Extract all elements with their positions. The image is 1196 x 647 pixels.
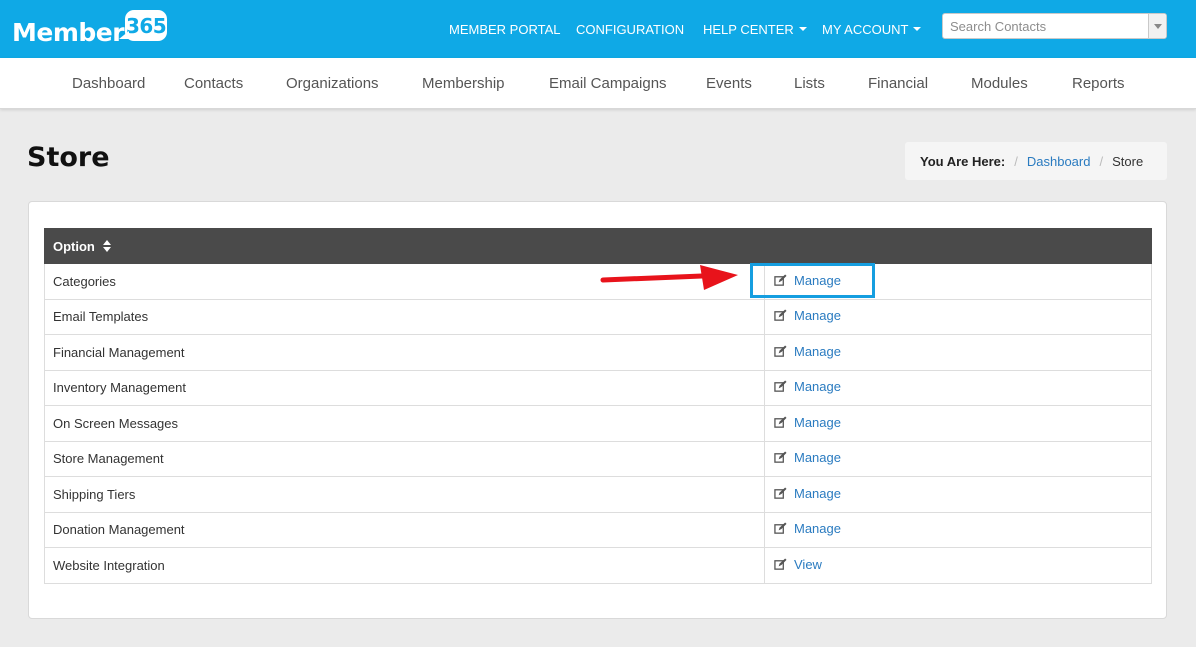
- action-cell: Manage: [764, 369, 1152, 406]
- action-label: View: [794, 556, 822, 572]
- nav-modules[interactable]: Modules: [971, 58, 1028, 109]
- action-label: Manage: [794, 379, 841, 395]
- nav-reports[interactable]: Reports: [1072, 58, 1125, 109]
- option-cell: On Screen Messages: [44, 405, 765, 442]
- topnav-help-center-label: HELP CENTER: [703, 21, 794, 37]
- table-row: Categories Manage: [44, 263, 1152, 300]
- nav-financial[interactable]: Financial: [868, 58, 928, 109]
- arrow-shaft: [600, 273, 705, 283]
- breadcrumb: You Are Here: / Dashboard / Store: [905, 142, 1167, 180]
- view-link[interactable]: View: [774, 557, 822, 572]
- store-options-panel: Option Categories Manage Email Templates Ma…: [28, 201, 1167, 619]
- edit-icon: [774, 487, 787, 499]
- topnav-configuration[interactable]: CONFIGURATION: [576, 0, 684, 58]
- option-cell: Donation Management: [44, 511, 765, 548]
- action-label: Manage: [794, 414, 841, 430]
- option-cell: Store Management: [44, 440, 765, 477]
- option-cell: Shipping Tiers: [44, 476, 765, 513]
- chevron-down-icon: [798, 27, 807, 31]
- option-cell: Financial Management: [44, 334, 765, 371]
- action-label: Manage: [794, 308, 841, 324]
- breadcrumb-link-dashboard[interactable]: Dashboard: [1027, 154, 1091, 169]
- topnav-member-portal-label: MEMBER PORTAL: [449, 21, 561, 37]
- member365-logo[interactable]: Member 365: [12, 8, 168, 47]
- action-label: Manage: [794, 485, 841, 501]
- edit-icon: [774, 416, 787, 428]
- table-header-row: Option: [44, 228, 1152, 264]
- breadcrumb-separator: /: [1099, 153, 1104, 169]
- highlight-box-annotation: [750, 263, 875, 298]
- edit-icon: [774, 522, 787, 535]
- logo-badge-text: 365: [125, 13, 167, 38]
- table-row: Website Integration View: [44, 547, 1152, 584]
- main-nav: Dashboard Contacts Organizations Members…: [0, 58, 1196, 109]
- topnav-my-account-label: MY ACCOUNT: [822, 21, 909, 37]
- option-cell: Website Integration: [44, 547, 765, 584]
- sort-icon[interactable]: [102, 239, 111, 252]
- manage-link[interactable]: Manage: [774, 521, 841, 536]
- manage-link[interactable]: Manage: [774, 450, 841, 465]
- edit-icon: [774, 345, 787, 357]
- red-arrow-annotation: [600, 265, 738, 290]
- manage-link[interactable]: Manage: [774, 486, 841, 501]
- column-header-option-label: Option: [53, 238, 95, 254]
- action-label: Manage: [794, 450, 841, 466]
- nav-events[interactable]: Events: [706, 58, 752, 109]
- nav-organizations[interactable]: Organizations: [286, 58, 379, 109]
- column-header-action: [764, 228, 1152, 264]
- action-cell: Manage: [764, 440, 1152, 477]
- table-row: Store Management Manage: [44, 440, 1152, 477]
- option-cell: Inventory Management: [44, 369, 765, 406]
- action-cell: Manage: [764, 511, 1152, 548]
- table-row: On Screen Messages Manage: [44, 405, 1152, 442]
- option-cell: Email Templates: [44, 298, 765, 335]
- breadcrumb-label: You Are Here:: [920, 153, 1006, 169]
- store-options-table: Option Categories Manage Email Templates Ma…: [44, 228, 1152, 584]
- action-label: Manage: [794, 343, 841, 359]
- edit-icon: [774, 309, 787, 322]
- action-cell: View: [764, 547, 1152, 584]
- table-row: Financial Management Manage: [44, 334, 1152, 371]
- logo-badge: 365: [119, 10, 168, 41]
- nav-email-campaigns[interactable]: Email Campaigns: [549, 58, 667, 109]
- manage-link[interactable]: Manage: [774, 379, 841, 394]
- topnav-help-center[interactable]: HELP CENTER: [703, 0, 807, 58]
- manage-link[interactable]: Manage: [774, 344, 841, 359]
- edit-icon: [774, 451, 787, 464]
- table-row: Shipping Tiers Manage: [44, 476, 1152, 513]
- top-bar: Member 365 MEMBER PORTAL CONFIGURATION H…: [0, 0, 1196, 58]
- manage-link[interactable]: Manage: [774, 308, 841, 323]
- search-contacts: [942, 13, 1167, 39]
- manage-link[interactable]: Manage: [774, 415, 841, 430]
- arrow-head: [700, 265, 738, 290]
- nav-dashboard[interactable]: Dashboard: [72, 58, 145, 109]
- page-title: Store: [27, 142, 110, 173]
- action-cell: Manage: [764, 298, 1152, 335]
- nav-lists[interactable]: Lists: [794, 58, 825, 109]
- chevron-down-icon: [913, 27, 922, 31]
- breadcrumb-separator: /: [1014, 153, 1018, 169]
- edit-icon: [774, 380, 787, 393]
- action-cell: Manage: [764, 476, 1152, 513]
- breadcrumb-current: Store: [1112, 153, 1144, 169]
- nav-contacts[interactable]: Contacts: [184, 58, 243, 109]
- topnav-configuration-label: CONFIGURATION: [576, 21, 685, 37]
- edit-icon: [774, 558, 787, 570]
- table-row: Inventory Management Manage: [44, 369, 1152, 406]
- table-row: Donation Management Manage: [44, 511, 1152, 548]
- search-dropdown-icon[interactable]: [1148, 14, 1166, 38]
- topnav-member-portal[interactable]: MEMBER PORTAL: [449, 0, 560, 58]
- table-row: Email Templates Manage: [44, 298, 1152, 335]
- search-input[interactable]: [943, 14, 1143, 38]
- action-label: Manage: [794, 521, 841, 537]
- logo-word: Member: [12, 18, 125, 47]
- topnav-my-account[interactable]: MY ACCOUNT: [822, 0, 922, 58]
- nav-membership[interactable]: Membership: [422, 58, 505, 109]
- action-cell: Manage: [764, 405, 1152, 442]
- action-cell: Manage: [764, 334, 1152, 371]
- column-header-option[interactable]: Option: [44, 228, 765, 264]
